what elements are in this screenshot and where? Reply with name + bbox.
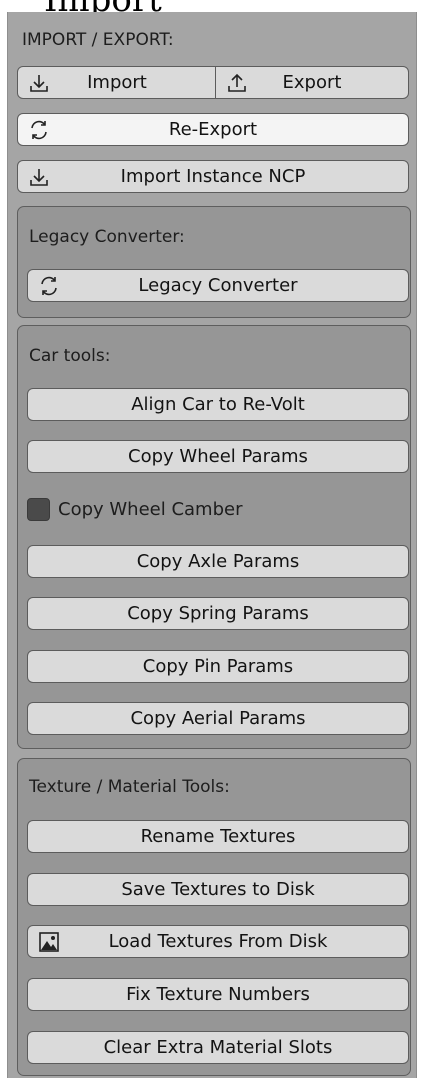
rename-textures-label: Rename Textures	[140, 826, 296, 847]
clear-material-slots-label: Clear Extra Material Slots	[103, 1037, 333, 1058]
import-ncp-button[interactable]: Import Instance NCP	[17, 160, 409, 193]
copy-aerial-params-label: Copy Aerial Params	[130, 708, 306, 729]
image-icon	[38, 931, 60, 953]
align-car-button[interactable]: Align Car to Re-Volt	[27, 388, 409, 421]
save-textures-button[interactable]: Save Textures to Disk	[27, 873, 409, 906]
import-icon	[28, 72, 50, 94]
refresh-icon	[38, 275, 60, 297]
copy-pin-params-label: Copy Pin Params	[142, 656, 294, 677]
load-textures-label: Load Textures From Disk	[108, 931, 328, 952]
save-textures-label: Save Textures to Disk	[121, 879, 315, 900]
fix-texture-numbers-label: Fix Texture Numbers	[126, 984, 310, 1005]
import-label: Import	[87, 72, 147, 93]
copy-axle-params-label: Copy Axle Params	[136, 551, 300, 572]
clear-material-slots-button[interactable]: Clear Extra Material Slots	[27, 1031, 409, 1064]
import-ncp-label: Import Instance NCP	[120, 166, 306, 187]
copy-wheel-camber-label: Copy Wheel Camber	[58, 499, 243, 520]
car-tools-title: Car tools:	[29, 346, 111, 366]
clipped-header: Import	[0, 0, 422, 12]
align-car-label: Align Car to Re-Volt	[131, 394, 305, 415]
legacy-converter-title: Legacy Converter:	[29, 227, 185, 247]
import-button[interactable]: Import	[17, 66, 217, 99]
reexport-button[interactable]: Re-Export	[17, 113, 409, 146]
copy-wheel-camber-checkbox[interactable]	[27, 498, 50, 521]
texture-tools-title: Texture / Material Tools:	[29, 777, 230, 797]
texture-tools-box: Texture / Material Tools: Rename Texture…	[17, 758, 411, 1076]
tool-panel: IMPORT / EXPORT: Import Export Re-Export…	[7, 12, 417, 1078]
legacy-converter-label: Legacy Converter	[138, 275, 298, 296]
copy-spring-params-button[interactable]: Copy Spring Params	[27, 597, 409, 630]
copy-spring-params-label: Copy Spring Params	[127, 603, 309, 624]
refresh-icon	[28, 119, 50, 141]
export-label: Export	[282, 72, 342, 93]
load-textures-button[interactable]: Load Textures From Disk	[27, 925, 409, 958]
car-tools-box: Car tools: Align Car to Re-Volt Copy Whe…	[17, 325, 411, 749]
export-button[interactable]: Export	[215, 66, 409, 99]
copy-wheel-camber-row[interactable]: Copy Wheel Camber	[27, 498, 243, 521]
legacy-converter-button[interactable]: Legacy Converter	[27, 269, 409, 302]
copy-aerial-params-button[interactable]: Copy Aerial Params	[27, 702, 409, 735]
export-icon	[226, 72, 248, 94]
import-icon	[28, 166, 50, 188]
copy-axle-params-button[interactable]: Copy Axle Params	[27, 545, 409, 578]
copy-pin-params-button[interactable]: Copy Pin Params	[27, 650, 409, 683]
legacy-converter-box: Legacy Converter: Legacy Converter	[17, 206, 411, 318]
fix-texture-numbers-button[interactable]: Fix Texture Numbers	[27, 978, 409, 1011]
copy-wheel-params-button[interactable]: Copy Wheel Params	[27, 440, 409, 473]
copy-wheel-params-label: Copy Wheel Params	[128, 446, 308, 467]
reexport-label: Re-Export	[168, 119, 258, 140]
import-export-title: IMPORT / EXPORT:	[22, 30, 174, 50]
rename-textures-button[interactable]: Rename Textures	[27, 820, 409, 853]
clipped-header-text: Import	[44, 0, 162, 12]
